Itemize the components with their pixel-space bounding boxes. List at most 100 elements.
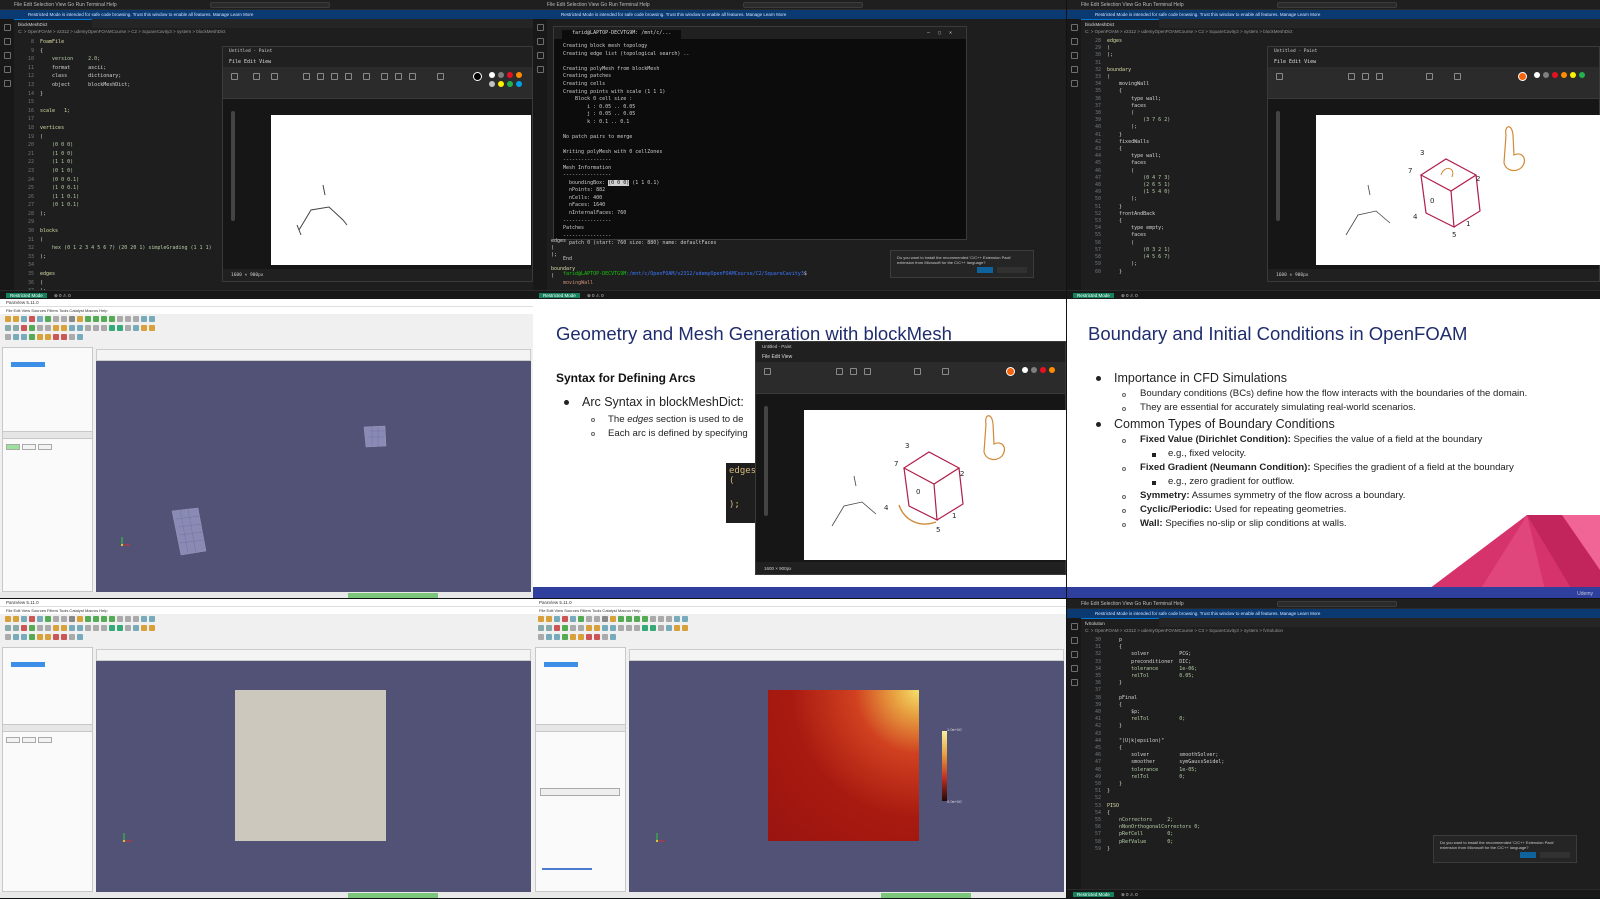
run-debug-icon[interactable] [3,66,11,73]
code-editor[interactable]: 28 edges 29(30); 31 32 boundary 33(34 movingWa… [1085,38,1170,276]
swatch-yellow[interactable] [498,81,504,87]
paraview-toolbar-2[interactable] [537,623,1062,632]
text-icon[interactable] [1376,73,1383,80]
terminal-output[interactable]: Creating block mesh topology Creating edg… [554,39,966,282]
zoom-slider[interactable] [764,406,768,516]
terminal-tab[interactable]: farid@LAPTOP-DECVTG9M: /mnt/c/... [562,30,682,39]
extensions-icon[interactable] [1070,679,1078,686]
fill-icon[interactable] [850,368,857,375]
extensions-icon[interactable] [3,80,11,87]
brush-icon[interactable] [363,73,370,80]
select-tool-icon[interactable] [1276,73,1283,80]
swatch-green[interactable] [1579,72,1585,78]
breadcrumb[interactable]: C: > OpenFOAM > v2312 > udemyOpenFOAMCou… [1085,628,1283,633]
source-control-icon[interactable] [1070,52,1078,59]
drawing-canvas[interactable] [271,115,531,265]
source-control-icon[interactable] [3,52,11,59]
source-control-icon[interactable] [1070,651,1078,658]
window-controls[interactable]: –▢✕ [927,30,960,36]
paraview-toolbar-3[interactable] [4,332,529,341]
swatch-gray[interactable] [1031,367,1037,373]
eraser-icon[interactable] [345,73,352,80]
color1-swatch[interactable] [473,72,482,81]
swatch-orange[interactable] [516,72,522,78]
pencil-icon[interactable] [836,368,843,375]
apply-buttons[interactable] [6,737,54,745]
problems-count[interactable]: ⊗ 0 ⚠ 0 [54,293,71,298]
color1-swatch[interactable] [1006,367,1015,376]
swatch-red[interactable] [1552,72,1558,78]
outline-icon[interactable] [437,73,444,80]
vscode-menu[interactable]: File Edit Selection View Go Run Terminal… [14,2,117,8]
swatch-white[interactable] [1534,72,1540,78]
paraview-menu[interactable]: File Edit View Sources Filters Tools Cat… [0,607,533,614]
shapes-icon-3[interactable] [409,73,416,80]
swatch-silver[interactable] [489,81,495,87]
terminal-window[interactable]: farid@LAPTOP-DECVTG9M: /mnt/c/... –▢✕ Cr… [553,26,967,277]
paraview-toolbar-2[interactable] [4,623,529,632]
opacity-slider[interactable] [542,868,592,870]
tab-blockmeshdict[interactable]: blockMeshDict [1081,19,1159,28]
search-icon[interactable] [536,38,544,45]
code-editor[interactable]: 8 FoamFile 9{10 version 2.0; 11 format asci… [18,38,212,299]
drawing-canvas[interactable]: 3 7 2 4 0 1 5 [1316,115,1600,265]
swatch-white[interactable] [1022,367,1028,373]
rotate-icon[interactable] [271,73,278,80]
swatch-blue[interactable] [516,81,522,87]
paraview-toolbar-2[interactable] [4,323,529,332]
restricted-mode-status[interactable]: Restricted Mode [1073,293,1114,298]
run-debug-icon[interactable] [1070,66,1078,73]
breadcrumb[interactable]: C: > OpenFOAM > v2312 > udemyOpenFOAMCou… [18,29,225,34]
swatch-orange[interactable] [1049,367,1055,373]
paraview-toolbar-1[interactable] [4,314,529,323]
install-button[interactable] [1520,852,1536,858]
tab-fvsolution[interactable]: fvSolution [1081,618,1159,627]
search-icon[interactable] [3,38,11,45]
paraview-toolbar-1[interactable] [537,614,1062,623]
swatch-red[interactable] [1040,367,1046,373]
paraview-toolbar-1[interactable] [4,614,529,623]
coloring-select[interactable] [540,788,620,796]
vscode-command-search[interactable] [743,2,863,8]
vscode-command-search[interactable] [210,2,330,8]
text-icon[interactable] [331,73,338,80]
zoom-slider[interactable] [231,111,235,221]
render-view-toolbar[interactable] [96,349,531,361]
text-icon[interactable] [864,368,871,375]
search-icon[interactable] [1070,38,1078,45]
vscode-command-search[interactable] [1277,601,1397,607]
paraview-toolbar-3[interactable] [4,632,529,641]
shapes-icon-2[interactable] [395,73,402,80]
restricted-mode-status[interactable]: Restricted Mode [539,293,580,298]
search-icon[interactable] [1070,637,1078,644]
paraview-toolbar-3[interactable] [537,632,1062,641]
properties-tabs[interactable] [535,724,626,732]
select-tool-icon[interactable] [231,73,238,80]
breadcrumb[interactable]: C: > OpenFOAM > v2312 > udemyOpenFOAMCou… [1085,29,1292,34]
code-editor[interactable]: 30 p 31 {32 solver PCG; 33 preconditioner … [1085,637,1224,853]
swatch-white[interactable] [489,72,495,78]
fill-icon[interactable] [317,73,324,80]
tab-blockmeshdict[interactable]: blockMeshDict [14,19,92,28]
paraview-menu[interactable]: File Edit View Sources Filters Tools Cat… [533,607,1066,614]
install-button[interactable] [977,267,993,273]
render-view[interactable] [96,361,531,592]
extensions-icon[interactable] [1070,80,1078,87]
shapes-icon[interactable] [381,73,388,80]
select-tool-icon[interactable] [764,368,771,375]
apply-buttons[interactable] [6,444,54,452]
shapes-icon[interactable] [1426,73,1433,80]
show-recommendations-button[interactable] [997,267,1027,273]
paint-menu[interactable]: File Edit View [223,56,532,67]
render-view[interactable] [96,661,531,892]
paint-menu[interactable]: File Edit View [756,351,1065,362]
pipeline-item-selected[interactable] [11,662,45,667]
swatch-gray[interactable] [498,72,504,78]
render-view-toolbar[interactable] [629,649,1064,661]
explorer-icon[interactable] [536,24,544,31]
vscode-command-search[interactable] [1277,2,1397,8]
swatch-gray[interactable] [1543,72,1549,78]
run-debug-icon[interactable] [1070,665,1078,672]
restricted-mode-status[interactable]: Restricted Mode [6,293,47,298]
run-debug-icon[interactable] [536,66,544,73]
